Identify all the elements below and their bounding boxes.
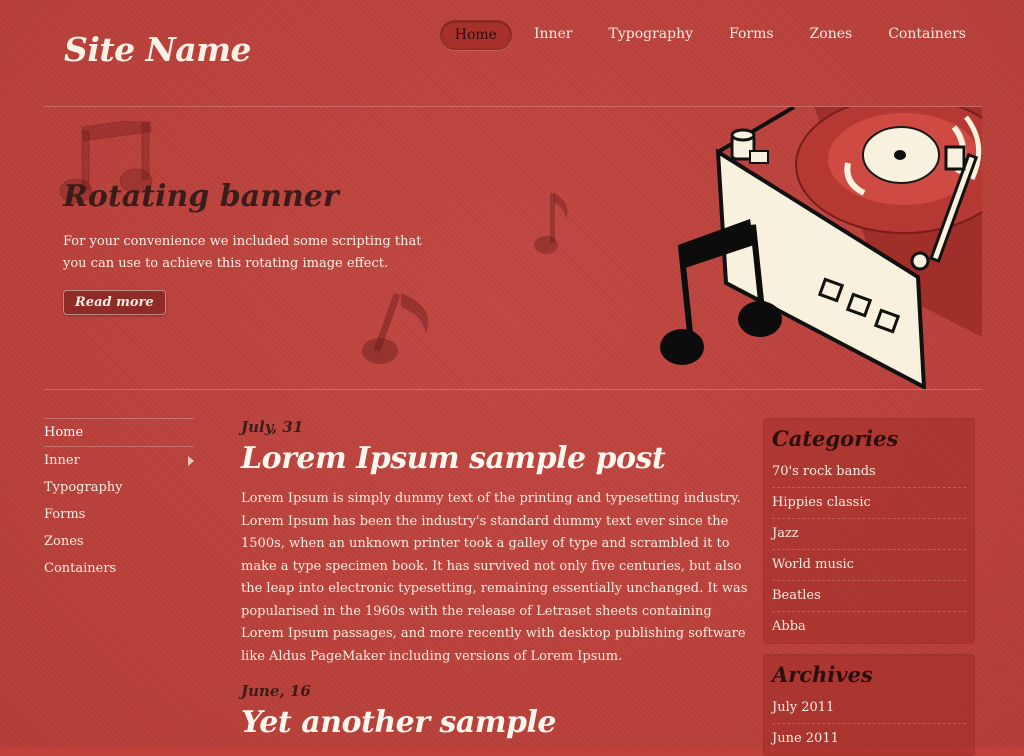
archive-link[interactable]: June 2011 <box>772 724 966 754</box>
category-link[interactable]: Beatles <box>772 581 966 612</box>
sidenav-item-inner[interactable]: Inner <box>44 447 194 474</box>
sidenav-item-label: Forms <box>44 507 86 522</box>
post-title[interactable]: Yet another sample <box>241 704 751 742</box>
sidenav-item-typography[interactable]: Typography <box>44 474 194 501</box>
topnav-item-home[interactable]: Home <box>439 20 512 50</box>
banner-title: Rotating banner <box>63 179 339 214</box>
archives-widget: Archives July 2011 June 2011 <box>763 654 975 756</box>
category-link[interactable]: Jazz <box>772 519 966 550</box>
widget-title: Archives <box>772 662 873 687</box>
category-link[interactable]: World music <box>772 550 966 581</box>
sidenav-item-home[interactable]: Home <box>44 418 194 447</box>
topnav-item-inner[interactable]: Inner <box>520 20 587 50</box>
post-body: Lorem Ipsum is simply dummy text of the … <box>241 491 748 664</box>
music-note-icon <box>362 293 429 364</box>
post-title[interactable]: Lorem Ipsum sample post <box>241 440 751 478</box>
categories-widget: Categories 70's rock bands Hippies class… <box>763 418 975 644</box>
music-note-icon <box>534 193 568 254</box>
sidebar: Categories 70's rock bands Hippies class… <box>763 418 975 756</box>
post-date: July, 31 <box>241 418 304 436</box>
banner-divider <box>44 389 982 390</box>
sidenav-item-label: Zones <box>44 534 84 549</box>
widget-title: Categories <box>772 426 899 451</box>
post: June, 16 Yet another sample <box>241 682 751 742</box>
site-logo[interactable]: Site Name <box>64 30 252 69</box>
sidenav-item-containers[interactable]: Containers <box>44 555 194 582</box>
sidenav-item-label: Home <box>44 425 84 440</box>
top-navigation: Home Inner Typography Forms Zones Contai… <box>439 20 980 50</box>
post: July, 31 Lorem Ipsum sample post Lorem I… <box>241 418 751 668</box>
topnav-item-forms[interactable]: Forms <box>715 20 788 50</box>
topnav-item-typography[interactable]: Typography <box>594 20 707 50</box>
sidenav-item-zones[interactable]: Zones <box>44 528 194 555</box>
read-more-button[interactable]: Read more <box>63 290 166 315</box>
banner-text: For your convenience we included some sc… <box>63 234 422 271</box>
category-link[interactable]: Hippies classic <box>772 488 966 519</box>
topnav-item-zones[interactable]: Zones <box>796 20 867 50</box>
record-player-illustration <box>660 107 982 389</box>
side-navigation: Home Inner Typography Forms Zones Contai… <box>44 418 194 582</box>
main-content: July, 31 Lorem Ipsum sample post Lorem I… <box>241 418 751 752</box>
archive-link[interactable]: July 2011 <box>772 693 966 724</box>
category-link[interactable]: Abba <box>772 612 966 642</box>
sidenav-item-forms[interactable]: Forms <box>44 501 194 528</box>
topnav-item-containers[interactable]: Containers <box>874 20 980 50</box>
post-date: June, 16 <box>241 682 311 700</box>
sidenav-item-label: Typography <box>44 480 123 495</box>
sidenav-item-label: Inner <box>44 453 80 468</box>
rotating-banner: Rotating banner For your convenience we … <box>44 107 982 389</box>
sidenav-item-label: Containers <box>44 561 117 576</box>
caret-right-icon <box>188 455 194 466</box>
category-link[interactable]: 70's rock bands <box>772 457 966 488</box>
